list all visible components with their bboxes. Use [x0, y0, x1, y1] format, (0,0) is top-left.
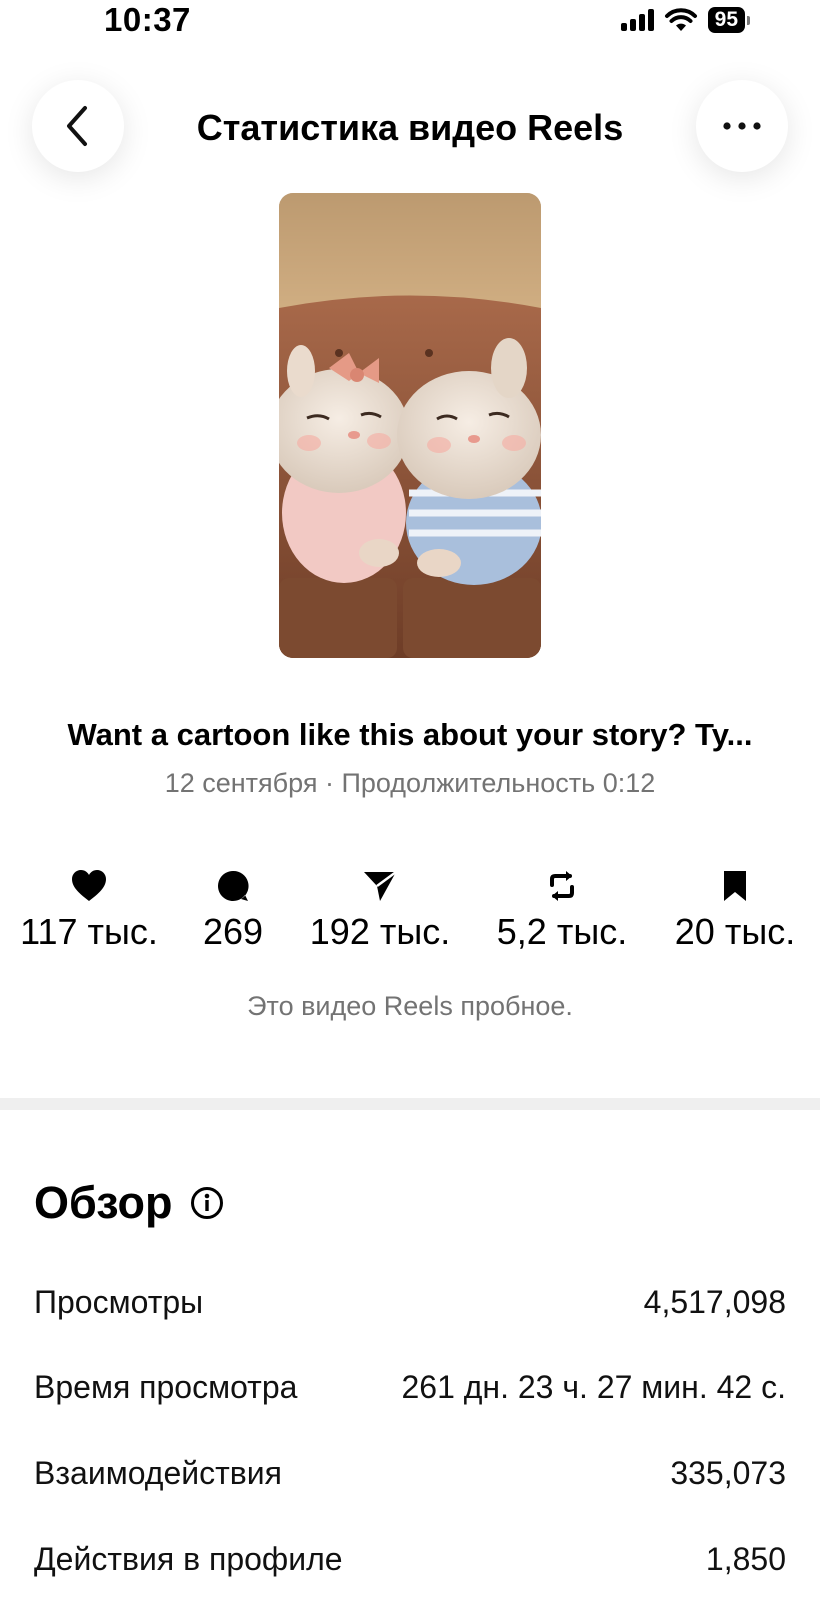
metric-label: Действия в профиле: [34, 1541, 343, 1577]
section-divider: [0, 1098, 820, 1110]
engagement-stats: 117 тыс. 269 192 тыс. 5,2 тыс. 20 тыс.: [0, 866, 820, 966]
status-bar: 10:37 95: [0, 0, 820, 50]
signal-icon: [620, 9, 654, 31]
overview-section-title: Обзор: [34, 1175, 224, 1231]
more-horizontal-icon: [723, 122, 761, 130]
metric-label: Просмотры: [34, 1284, 204, 1320]
metric-row-profile-activity[interactable]: Действия в профиле 1,850: [34, 1537, 786, 1581]
comment-icon: [218, 870, 249, 901]
shares-count: 192 тыс.: [309, 911, 451, 952]
send-icon: [364, 870, 397, 901]
reel-caption: Want a cartoon like this about your stor…: [67, 717, 753, 752]
metric-value: 335,073: [670, 1455, 786, 1491]
reposts-stat: 5,2 тыс.: [477, 866, 647, 954]
metric-row-interactions[interactable]: Взаимодействия 335,073: [34, 1451, 786, 1495]
wifi-icon: [664, 8, 697, 31]
header: Статистика видео Reels: [0, 80, 820, 176]
bookmark-icon: [724, 871, 746, 901]
repost-icon: [550, 871, 574, 901]
metric-label: Взаимодействия: [34, 1455, 282, 1491]
battery-level: 95: [707, 7, 745, 33]
status-time: 10:37: [104, 1, 191, 38]
metric-value: 1,850: [705, 1541, 786, 1577]
shares-stat: 192 тыс.: [295, 866, 465, 954]
metric-value: 4,517,098: [643, 1284, 786, 1320]
info-icon[interactable]: [190, 1186, 224, 1220]
saves-count: 20 тыс.: [674, 911, 796, 952]
overview-title: Обзор: [34, 1177, 173, 1228]
status-icons: 95: [620, 6, 750, 34]
reposts-count: 5,2 тыс.: [496, 911, 628, 952]
trial-reel-note: Это видео Reels пробное.: [247, 991, 573, 1021]
metric-row-views: Просмотры 4,517,098: [34, 1280, 786, 1324]
heart-icon: [72, 870, 106, 901]
bunnies-image: [279, 193, 541, 658]
more-options-button[interactable]: [696, 80, 788, 172]
comments-count: 269: [202, 911, 264, 952]
comments-stat: 269: [148, 866, 318, 954]
reel-meta: 12 сентября · Продолжительность 0:12: [164, 768, 656, 798]
metric-value: 261 дн. 23 ч. 27 мин. 42 с.: [401, 1369, 786, 1405]
reel-thumbnail[interactable]: [279, 193, 541, 658]
saves-stat: 20 тыс.: [650, 866, 820, 954]
battery-icon: 95: [707, 7, 750, 33]
metric-row-watch-time: Время просмотра 261 дн. 23 ч. 27 мин. 42…: [34, 1365, 786, 1409]
metric-label: Время просмотра: [34, 1369, 298, 1405]
